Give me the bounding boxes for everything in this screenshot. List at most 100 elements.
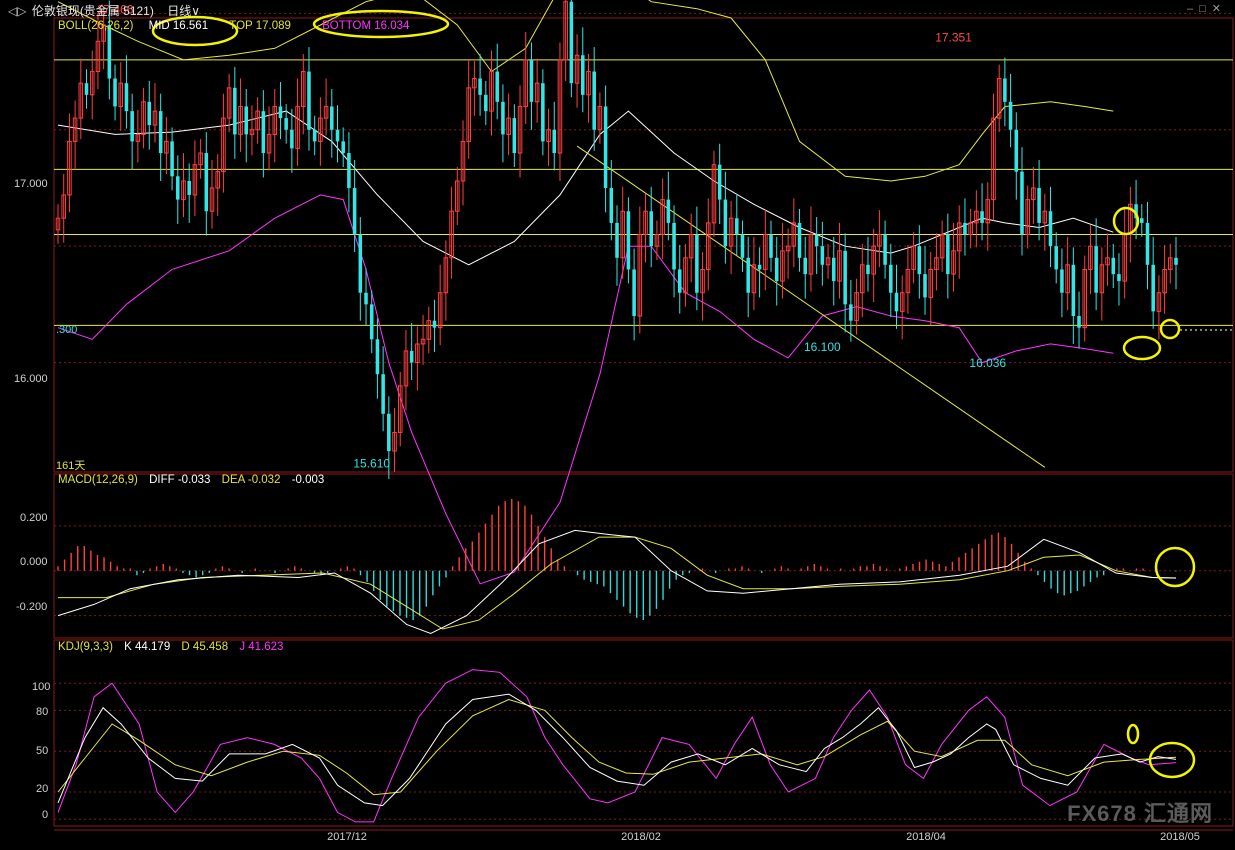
candle-body-down: [341, 141, 345, 154]
candle-body-down: [831, 257, 836, 282]
candle-body-down: [1111, 257, 1116, 275]
candle-body-down: [147, 101, 152, 126]
candle-body-down: [312, 129, 317, 142]
kdj-panel-frame: [53, 639, 1234, 827]
price-annotation-label: 17.351: [935, 30, 972, 44]
candle-body-down: [894, 292, 899, 312]
candle-body-down: [980, 211, 984, 223]
maximize-icon[interactable]: □: [1199, 3, 1212, 15]
price-y-tick: 17.000: [14, 178, 48, 190]
kdj-y-tick: 100: [32, 681, 51, 693]
candle-body-down: [757, 264, 762, 270]
candle-body-down: [592, 71, 596, 130]
candle-body-down: [358, 234, 363, 293]
candle-body-down: [330, 106, 334, 130]
candle-body-down: [803, 257, 808, 275]
price-annotation-label: 15.610: [353, 456, 390, 470]
stock-chart[interactable]: 17.46617.69417.35115.61016.10016.036: [0, 0, 1235, 850]
candle-body-down: [484, 94, 488, 112]
candle-body-down: [581, 55, 585, 95]
candle-body-down: [632, 269, 636, 317]
candle-body-down: [290, 129, 294, 149]
candle-body-down: [677, 269, 682, 293]
price-top-highlight: [1112, 206, 1140, 236]
kdj-y-tick: 50: [36, 745, 49, 757]
candle-body-down: [1003, 78, 1007, 102]
kdj-d-line: [57, 698, 1177, 796]
candle-body-down: [746, 257, 750, 293]
candle-body-down: [284, 118, 288, 130]
candle-body-down: [626, 211, 631, 270]
candle-body-down: [512, 118, 517, 154]
boll-top-value: TOP 17.089: [229, 20, 291, 32]
candle-body-down: [364, 292, 368, 305]
period-label: 日线: [167, 4, 192, 18]
candle-body-down: [244, 106, 249, 135]
left-price-label: .300: [56, 324, 78, 336]
instrument-title: 伦敦银现(贵金属 5121): [31, 4, 154, 18]
window-title-bar: ◁▷ 伦敦银现(贵金属 5121) 日线∨: [8, 2, 200, 19]
candle-body-down: [849, 304, 853, 321]
days-label: 161天: [56, 460, 86, 472]
candle-body-down: [261, 111, 266, 154]
price-annotation-label: 16.036: [969, 356, 1006, 370]
candle-body-down: [1054, 246, 1058, 270]
candle-body-down: [541, 83, 545, 142]
candle-body-down: [170, 141, 174, 177]
kdj-y-tick: 20: [36, 783, 49, 795]
candle-body-down: [187, 180, 191, 195]
candle-body-down: [1140, 218, 1144, 223]
downtrend-line: [576, 145, 1046, 468]
candle-body-down: [1145, 222, 1150, 265]
back-forward-icon[interactable]: ◁▷: [8, 4, 26, 18]
period-selector[interactable]: 日线∨: [167, 4, 200, 18]
candle-body-down: [204, 153, 209, 212]
candle-body-down: [666, 199, 671, 223]
kdj-peak-highlight: [1126, 723, 1140, 745]
candle-body-down: [375, 339, 380, 375]
candle-body-down: [381, 374, 385, 414]
macd-diff-value: DIFF -0.033: [149, 474, 211, 486]
candle-body-down: [176, 176, 180, 200]
candle-body-down: [1077, 316, 1081, 328]
candle-body-down: [233, 87, 237, 135]
kdj-y-tick: 80: [36, 706, 49, 718]
macd-y-tick: -0.200: [16, 601, 48, 613]
candle-body-down: [130, 111, 134, 142]
close-icon[interactable]: ✕: [1212, 3, 1227, 15]
candle-body-down: [740, 234, 745, 258]
boll-indicator-name: BOLL(26,26,2): [58, 20, 134, 32]
macd-dea-value: DEA -0.032: [221, 474, 281, 486]
candle-body-down: [529, 59, 534, 102]
price-annotation-label: 16.100: [804, 340, 841, 354]
candle-body-down: [569, 1, 574, 84]
candle-body-down: [1008, 101, 1013, 130]
candle-body-down: [717, 164, 722, 200]
macd-y-tick: 0.000: [20, 556, 48, 568]
candle-body-down: [814, 234, 819, 247]
candle-body-down: [1048, 211, 1053, 247]
candle-body-down: [609, 187, 614, 223]
candle-body-down: [769, 234, 773, 258]
x-tick: 2017/12: [327, 831, 367, 843]
kdj-y-tick: 0: [42, 809, 49, 821]
price-y-tick: 16.000: [14, 373, 48, 385]
candle-body-down: [1071, 264, 1076, 317]
candle-body-down: [917, 246, 922, 275]
candle-body-down: [889, 264, 893, 293]
price-bottom-highlight: [1122, 335, 1162, 361]
candle-body-down: [158, 111, 163, 154]
candle-body-down: [963, 222, 967, 235]
window-controls[interactable]: ‒□✕: [1187, 2, 1227, 15]
kdj-j-line: [57, 669, 1177, 823]
candle-body-down: [1014, 129, 1019, 172]
candle-body-down: [820, 246, 825, 265]
candle-body-down: [1094, 246, 1098, 293]
minimize-icon[interactable]: ‒: [1187, 3, 1199, 15]
candle-body-down: [307, 71, 311, 130]
watermark-logo: FX678 汇通网: [1067, 801, 1213, 826]
boll-bottom-value: BOTTOM 16.034: [322, 20, 410, 32]
candle-body-down: [866, 264, 870, 275]
kdj-indicator-name: KDJ(9,3,3): [58, 641, 113, 653]
candle-body-down: [124, 83, 129, 112]
